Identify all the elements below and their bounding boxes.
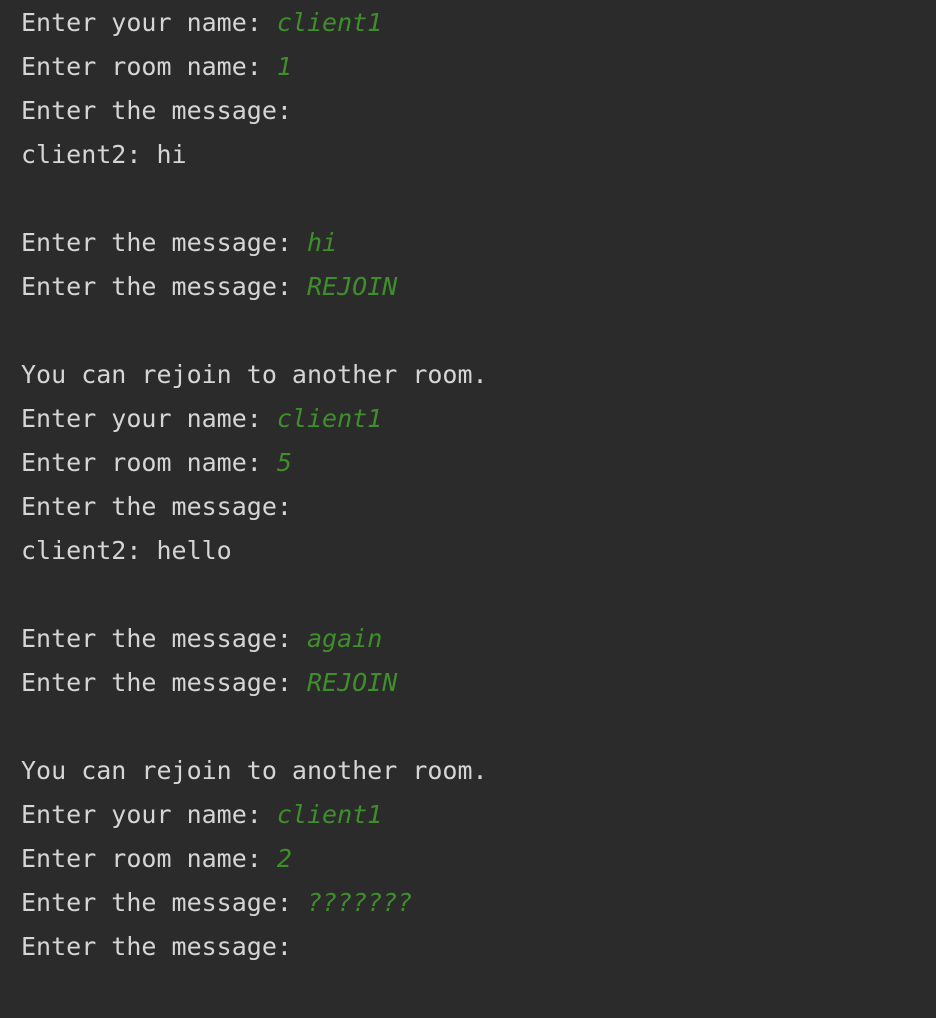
console-user-input: client1 — [276, 8, 383, 37]
console-user-input: 5 — [276, 448, 292, 477]
console-user-input: REJOIN — [306, 272, 398, 301]
console-line: Enter the message: ??????? — [21, 881, 936, 925]
console-line: Enter the message: REJOIN — [21, 265, 936, 309]
console-output-text: Enter the message: — [21, 932, 307, 961]
console-output-text: Enter the message: — [21, 228, 307, 257]
console-output-text: Enter the message: — [21, 272, 307, 301]
console-line: Enter the message: — [21, 485, 936, 529]
console-output-text: Enter room name: — [21, 52, 277, 81]
console-output-text: Enter the message: — [21, 96, 307, 125]
console-output-text: Enter the message: — [21, 624, 307, 653]
console-user-input: 2 — [276, 844, 292, 873]
console-output-text: Enter room name: — [21, 844, 277, 873]
console-user-input: again — [306, 624, 383, 653]
console-line: Enter your name: client1 — [21, 1, 936, 45]
console-user-input: client1 — [276, 800, 383, 829]
console-output-text: Enter your name: — [21, 404, 277, 433]
console-line: Enter the message: again — [21, 617, 936, 661]
console-user-input: REJOIN — [306, 668, 398, 697]
console-output-text: Enter your name: — [21, 800, 277, 829]
console-line: Enter the message: — [21, 89, 936, 133]
console-output-text: client2: hello — [21, 536, 232, 565]
console-line: Enter your name: client1 — [21, 793, 936, 837]
console-output-text: client2: hi — [21, 140, 187, 169]
console-line: client2: hi — [21, 133, 936, 177]
console-output-text: Enter the message: — [21, 888, 307, 917]
console-line: You can rejoin to another room. — [21, 353, 936, 397]
console-line: Enter the message: REJOIN — [21, 661, 936, 705]
console-output-text: Enter the message: — [21, 668, 307, 697]
console-user-input: hi — [306, 228, 338, 257]
console-line: Enter room name: 2 — [21, 837, 936, 881]
console-line: Enter the message: hi — [21, 221, 936, 265]
console-output-text: You can rejoin to another room. — [21, 756, 488, 785]
console-user-input: client1 — [276, 404, 383, 433]
console-user-input: ??????? — [306, 888, 413, 917]
console-line: Enter the message: — [21, 925, 936, 969]
console-output-text: Enter your name: — [21, 8, 277, 37]
console-line: Enter your name: client1 — [21, 397, 936, 441]
console-output-text: Enter the message: — [21, 492, 307, 521]
console-line: Enter room name: 5 — [21, 441, 936, 485]
console-user-input: 1 — [276, 52, 292, 81]
console-line: Enter room name: 1 — [21, 45, 936, 89]
console-output-text: You can rejoin to another room. — [21, 360, 488, 389]
console-output[interactable]: Enter your name: client1 Enter room name:… — [0, 0, 936, 1018]
console-output-text: Enter room name: — [21, 448, 277, 477]
console-line: You can rejoin to another room. — [21, 749, 936, 793]
console-line: client2: hello — [21, 529, 936, 573]
